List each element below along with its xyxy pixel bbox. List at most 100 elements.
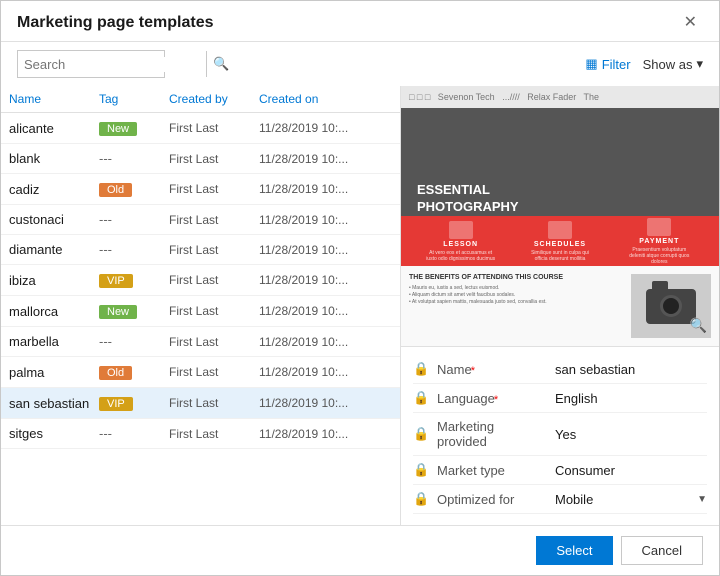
row-created-by: First Last: [169, 121, 259, 135]
dialog-title: Marketing page templates: [17, 14, 214, 32]
row-created-by: First Last: [169, 182, 259, 196]
row-created-on: 11/28/2019 10:...: [259, 304, 392, 318]
tag-badge: Old: [99, 183, 132, 197]
preview-lower: THE BENEFITS OF ATTENDING THIS COURSE • …: [401, 266, 719, 346]
cancel-button[interactable]: Cancel: [621, 536, 703, 565]
preview-lower-title: THE BENEFITS OF ATTENDING THIS COURSE: [409, 274, 623, 281]
table-row[interactable]: alicante New First Last 11/28/2019 10:..…: [1, 113, 400, 144]
row-created-on: 11/28/2019 10:...: [259, 365, 392, 379]
row-created-on: 11/28/2019 10:...: [259, 396, 392, 410]
left-panel: Name Tag Created by Created on alicante …: [1, 86, 401, 525]
row-tag: ---: [99, 334, 169, 349]
table-header: Name Tag Created by Created on: [1, 86, 400, 113]
table-row[interactable]: cadiz Old First Last 11/28/2019 10:...: [1, 174, 400, 205]
row-created-on: 11/28/2019 10:...: [259, 273, 392, 287]
preview-hero-bar: LESSON At vero eos et accusamus et iusto…: [401, 216, 719, 266]
lesson-icon: [449, 221, 473, 239]
tag-none: ---: [99, 426, 112, 441]
bar-item-lesson: LESSON At vero eos et accusamus et iusto…: [426, 221, 496, 262]
lock-icon: 🔒: [413, 462, 429, 478]
row-created-by: First Last: [169, 152, 259, 166]
prop-value[interactable]: Mobile ▼: [555, 492, 707, 507]
lock-icon: 🔒: [413, 361, 429, 377]
payment-icon: [647, 218, 671, 236]
row-created-by: First Last: [169, 304, 259, 318]
lock-icon: 🔒: [413, 426, 429, 442]
row-created-on: 11/28/2019 10:...: [259, 213, 392, 227]
required-indicator: *: [491, 394, 498, 406]
preview-lower-text: THE BENEFITS OF ATTENDING THIS COURSE • …: [409, 274, 623, 338]
row-name: palma: [9, 365, 99, 380]
preview-area: □ □ □ Sevenon Tech ...//// Relax Fader T…: [401, 86, 719, 346]
row-name: sitges: [9, 426, 99, 441]
bar-item-payment: PAYMENT Praesentium voluptatum deleniti …: [624, 218, 694, 265]
table-row[interactable]: ibiza VIP First Last 11/28/2019 10:...: [1, 265, 400, 296]
row-tag: Old: [99, 364, 169, 380]
select-button[interactable]: Select: [536, 536, 612, 565]
search-input[interactable]: [18, 57, 206, 72]
bar-item-schedules: SCHEDULES Similique sunt in culpa qui of…: [525, 221, 595, 262]
row-tag: VIP: [99, 395, 169, 411]
tag-none: ---: [99, 212, 112, 227]
lesson-label: LESSON: [443, 241, 478, 248]
tag-badge: Old: [99, 366, 132, 380]
camera-hump: [652, 281, 668, 289]
col-header-created-on[interactable]: Created on: [259, 92, 392, 106]
row-created-on: 11/28/2019 10:...: [259, 121, 392, 135]
search-icon-button[interactable]: 🔍: [206, 51, 235, 77]
row-tag: New: [99, 120, 169, 136]
row-name: blank: [9, 151, 99, 166]
required-indicator: *: [468, 365, 475, 377]
row-name: san sebastian: [9, 396, 99, 411]
search-box: 🔍: [17, 50, 165, 78]
col-header-created-by[interactable]: Created by: [169, 92, 259, 106]
tag-badge: VIP: [99, 274, 133, 288]
row-tag: New: [99, 303, 169, 319]
row-created-on: 11/28/2019 10:...: [259, 243, 392, 257]
table-row[interactable]: marbella --- First Last 11/28/2019 10:..…: [1, 327, 400, 357]
prop-value: Consumer: [555, 463, 707, 478]
table-row[interactable]: palma Old First Last 11/28/2019 10:...: [1, 357, 400, 388]
chevron-down-icon: ▾: [696, 56, 703, 72]
row-created-by: First Last: [169, 273, 259, 287]
col-header-name[interactable]: Name: [9, 92, 99, 106]
close-button[interactable]: ✕: [678, 13, 703, 33]
show-as-button[interactable]: Show as ▾: [643, 56, 703, 72]
table-row[interactable]: sitges --- First Last 11/28/2019 10:...: [1, 419, 400, 449]
row-created-by: First Last: [169, 335, 259, 349]
schedules-text: Similique sunt in culpa qui officia dese…: [525, 250, 595, 262]
row-name: alicante: [9, 121, 99, 136]
row-name: mallorca: [9, 304, 99, 319]
col-header-tag[interactable]: Tag: [99, 92, 169, 106]
row-created-on: 11/28/2019 10:...: [259, 152, 392, 166]
hero-line1: ESSENTIAL: [417, 182, 589, 199]
preview-hero: ESSENTIAL PHOTOGRAPHY KNOWLEDGE FOR DESI…: [401, 108, 719, 266]
table-row[interactable]: custonaci --- First Last 11/28/2019 10:.…: [1, 205, 400, 235]
filter-button[interactable]: ▦ Filter: [585, 56, 630, 72]
row-name: custonaci: [9, 212, 99, 227]
dialog-header: Marketing page templates ✕: [1, 1, 719, 42]
row-tag: ---: [99, 151, 169, 166]
table-row[interactable]: blank --- First Last 11/28/2019 10:...: [1, 144, 400, 174]
prop-row: 🔒 Name * san sebastian: [413, 355, 707, 384]
toolbar-right: ▦ Filter Show as ▾: [585, 56, 703, 72]
row-created-by: First Last: [169, 396, 259, 410]
table-row[interactable]: san sebastian VIP First Last 11/28/2019 …: [1, 388, 400, 419]
right-panel: □ □ □ Sevenon Tech ...//// Relax Fader T…: [401, 86, 719, 525]
schedules-label: SCHEDULES: [534, 241, 586, 248]
table-row[interactable]: mallorca New First Last 11/28/2019 10:..…: [1, 296, 400, 327]
prop-label: Language *: [437, 391, 547, 406]
row-created-on: 11/28/2019 10:...: [259, 182, 392, 196]
tag-none: ---: [99, 151, 112, 166]
preview-top-bar: □ □ □ Sevenon Tech ...//// Relax Fader T…: [401, 86, 719, 108]
preview-url: □ □ □ Sevenon Tech ...//// Relax Fader T…: [409, 92, 599, 102]
filter-label: Filter: [602, 57, 631, 72]
row-tag: ---: [99, 212, 169, 227]
marketing-page-templates-dialog: Marketing page templates ✕ 🔍 ▦ Filter Sh…: [0, 0, 720, 576]
tag-badge: New: [99, 122, 137, 136]
lesson-text: At vero eos et accusamus et iusto odio d…: [426, 250, 496, 262]
show-as-label: Show as: [643, 57, 693, 72]
row-created-on: 11/28/2019 10:...: [259, 427, 392, 441]
table-row[interactable]: diamante --- First Last 11/28/2019 10:..…: [1, 235, 400, 265]
prop-label: Marketing provided: [437, 419, 547, 449]
